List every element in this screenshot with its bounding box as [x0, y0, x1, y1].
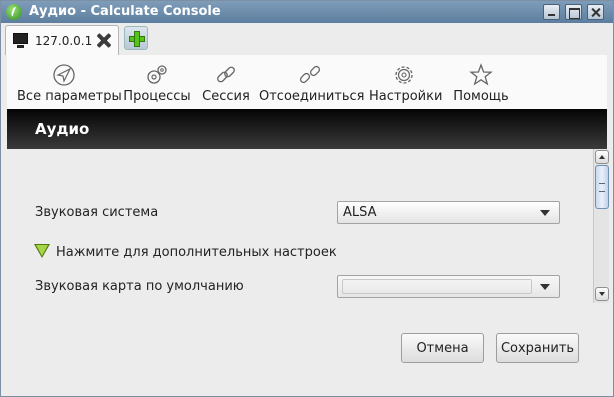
toolbar-label: Помощь — [453, 89, 509, 104]
compass-icon — [53, 64, 75, 86]
toolbar-label: Процессы — [123, 89, 191, 104]
expand-triangle-icon[interactable] — [34, 244, 50, 258]
toolbar-label: Настройки — [369, 89, 443, 104]
maximize-button[interactable] — [565, 4, 582, 20]
toolbar-processes[interactable]: Процессы — [123, 63, 191, 107]
toolbar-label: Все параметры — [17, 89, 122, 104]
app-window: Аудио - Calculate Console 127.0.0.1 Все … — [0, 0, 614, 397]
settings-form: Звуковая система ALSA Нажмите для дополн… — [7, 149, 595, 303]
monitor-icon — [13, 33, 28, 48]
toolbar-session[interactable]: Сессия — [201, 63, 251, 107]
close-window-button[interactable] — [587, 4, 604, 20]
toolbar: Все параметры Процессы Сессия Отсоединит… — [7, 55, 607, 109]
close-tab-icon[interactable] — [96, 33, 111, 48]
link-icon — [217, 66, 235, 83]
star-icon — [469, 63, 493, 86]
cancel-button[interactable]: Отмена — [401, 333, 484, 363]
chevron-down-icon — [540, 284, 550, 290]
toolbar-label: Отсоединиться — [259, 89, 365, 104]
gear-icon — [395, 66, 413, 84]
scroll-down-button[interactable] — [595, 287, 609, 301]
sound-system-value: ALSA — [343, 205, 377, 220]
scroll-thumb[interactable] — [595, 165, 609, 209]
advanced-settings-toggle[interactable]: Нажмите для дополнительных настроек — [56, 245, 337, 260]
toolbar-disconnect[interactable]: Отсоединиться — [259, 63, 365, 107]
default-card-value — [342, 279, 532, 294]
page-title: Аудио — [35, 120, 90, 138]
chevron-down-icon — [540, 210, 550, 216]
broken-link-icon — [299, 65, 321, 84]
sound-system-select[interactable]: ALSA — [337, 201, 560, 224]
tab-label: 127.0.0.1 — [35, 34, 93, 48]
toolbar-label: Сессия — [202, 89, 250, 104]
tab-server[interactable]: 127.0.0.1 — [5, 25, 119, 55]
save-button[interactable]: Сохранить — [496, 333, 579, 363]
window-title: Аудио - Calculate Console — [29, 4, 221, 19]
toolbar-all-params[interactable]: Все параметры — [17, 63, 122, 107]
default-card-label: Звуковая карта по умолчанию — [35, 279, 244, 294]
scroll-up-button[interactable] — [595, 150, 609, 164]
add-tab-button[interactable] — [124, 26, 148, 50]
title-bar[interactable]: Аудио - Calculate Console — [1, 1, 613, 23]
app-logo-icon — [6, 4, 22, 20]
gears-icon — [147, 65, 167, 84]
vertical-scrollbar[interactable] — [593, 149, 609, 303]
page-header: Аудио — [7, 109, 607, 149]
tab-bar: 127.0.0.1 — [1, 23, 613, 55]
toolbar-help[interactable]: Помощь — [451, 63, 511, 107]
sound-system-label: Звуковая система — [35, 205, 159, 220]
default-card-select[interactable] — [337, 275, 560, 298]
toolbar-settings[interactable]: Настройки — [369, 63, 443, 107]
minimize-button[interactable] — [543, 4, 560, 20]
